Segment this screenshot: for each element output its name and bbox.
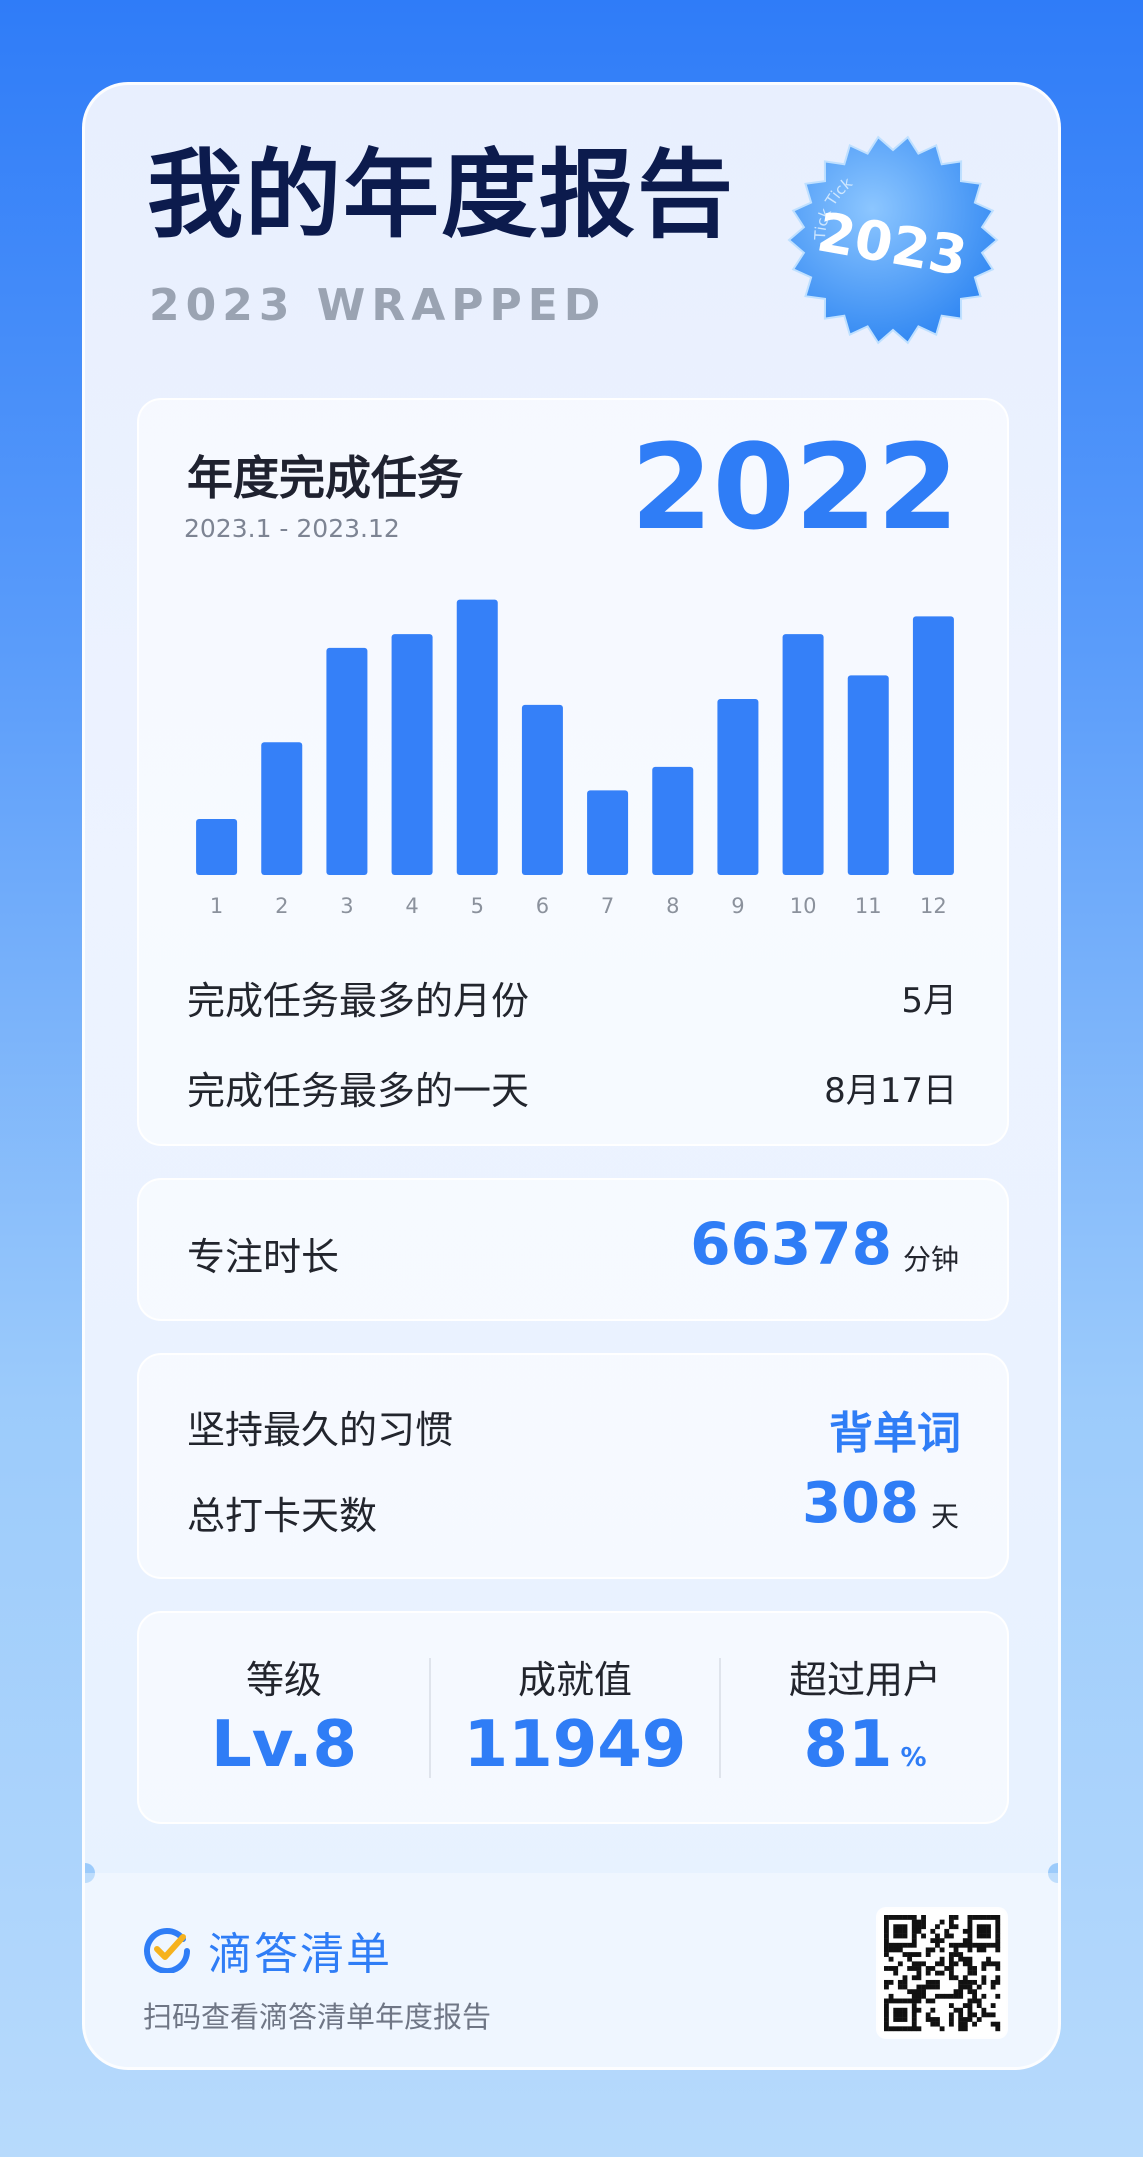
- monthly-tasks-chart: 1 2 3 4 5 6 7 8 9 10 11 12: [196, 599, 954, 918]
- x-tick-label: 3: [340, 894, 353, 918]
- page-subtitle: 2023 WRAPPED: [149, 280, 607, 331]
- beat-users-value: 81: [803, 1708, 893, 1782]
- bar-month-1: [196, 818, 238, 875]
- checkin-days-value: 308: [802, 1471, 919, 1536]
- beat-users-stat: 超过用户 81%: [720, 1613, 1010, 1822]
- bar-month-5: [456, 599, 498, 875]
- report-card: 我的年度报告 2023 WRAPPED Tick Tick 2023 年度完成任…: [82, 82, 1061, 2070]
- x-tick-label: 9: [731, 894, 744, 918]
- page-title: 我的年度报告: [147, 139, 735, 251]
- check-logo-icon: [144, 1928, 190, 1973]
- focus-label: 专注时长: [187, 1235, 340, 1279]
- bar-month-6: [521, 704, 563, 875]
- x-tick-label: 8: [666, 894, 679, 918]
- level-label: 等级: [245, 1658, 322, 1702]
- level-value: Lv.8: [210, 1708, 358, 1782]
- achievement-label: 成就值: [517, 1658, 632, 1702]
- footer: 滴答清单 扫码查看滴答清单年度报告: [85, 1873, 1058, 2067]
- habit-label: 坚持最久的习惯: [187, 1408, 454, 1452]
- x-tick-label: 2: [275, 894, 288, 918]
- habit-value: 背单词: [829, 1408, 961, 1459]
- habit-panel: 坚持最久的习惯 背单词 总打卡天数 308 天: [137, 1353, 1009, 1579]
- x-tick-label: 6: [536, 894, 549, 918]
- x-tick-label: 11: [855, 894, 882, 918]
- x-tick-label: 10: [790, 894, 817, 918]
- beat-users-value-wrap: 81%: [720, 1713, 1010, 1777]
- year-badge-icon: Tick Tick 2023: [787, 135, 999, 345]
- achievement-stat: 成就值 11949: [430, 1613, 720, 1822]
- scan-text: 扫码查看滴答清单年度报告: [143, 2000, 492, 2034]
- x-tick-label: 5: [471, 894, 484, 918]
- bar-month-7: [587, 790, 629, 875]
- level-stat: 等级 Lv.8: [139, 1613, 429, 1822]
- checkin-days-unit: 天: [930, 1500, 959, 1533]
- top-day-value: 8月17日: [824, 1071, 957, 1111]
- bar-month-10: [782, 634, 824, 875]
- bar-month-3: [326, 647, 368, 875]
- achievement-value: 11949: [463, 1708, 687, 1782]
- beat-users-label: 超过用户: [788, 1658, 941, 1702]
- qr-code-icon[interactable]: [878, 1909, 1006, 2037]
- x-tick-label: 4: [405, 894, 418, 918]
- x-tick-label: 12: [920, 894, 947, 918]
- beat-users-unit: %: [900, 1743, 927, 1773]
- brand-name: 滴答清单: [208, 1929, 392, 1980]
- stats-panel: 等级 Lv.8 成就值 11949 超过用户 81%: [137, 1611, 1009, 1824]
- focus-panel: 专注时长 66378 分钟: [137, 1178, 1009, 1321]
- bar-month-9: [717, 698, 759, 875]
- top-day-label: 完成任务最多的一天: [187, 1069, 530, 1113]
- top-month-label: 完成任务最多的月份: [187, 979, 530, 1023]
- bar-month-4: [391, 634, 433, 875]
- focus-unit: 分钟: [902, 1243, 959, 1276]
- x-tick-label: 7: [601, 894, 614, 918]
- bar-month-2: [261, 742, 303, 875]
- bar-month-11: [847, 675, 889, 875]
- bar-month-8: [652, 766, 694, 875]
- checkin-days-label: 总打卡天数: [187, 1494, 378, 1538]
- bar-month-12: [912, 616, 954, 875]
- focus-value: 66378: [690, 1210, 892, 1278]
- tasks-panel: 年度完成任务 2023.1 - 2023.12 2022 1 2 3 4 5 6 7 8 9 10…: [137, 398, 1009, 1146]
- top-month-value: 5月: [901, 981, 957, 1021]
- x-tick-label: 1: [210, 894, 223, 918]
